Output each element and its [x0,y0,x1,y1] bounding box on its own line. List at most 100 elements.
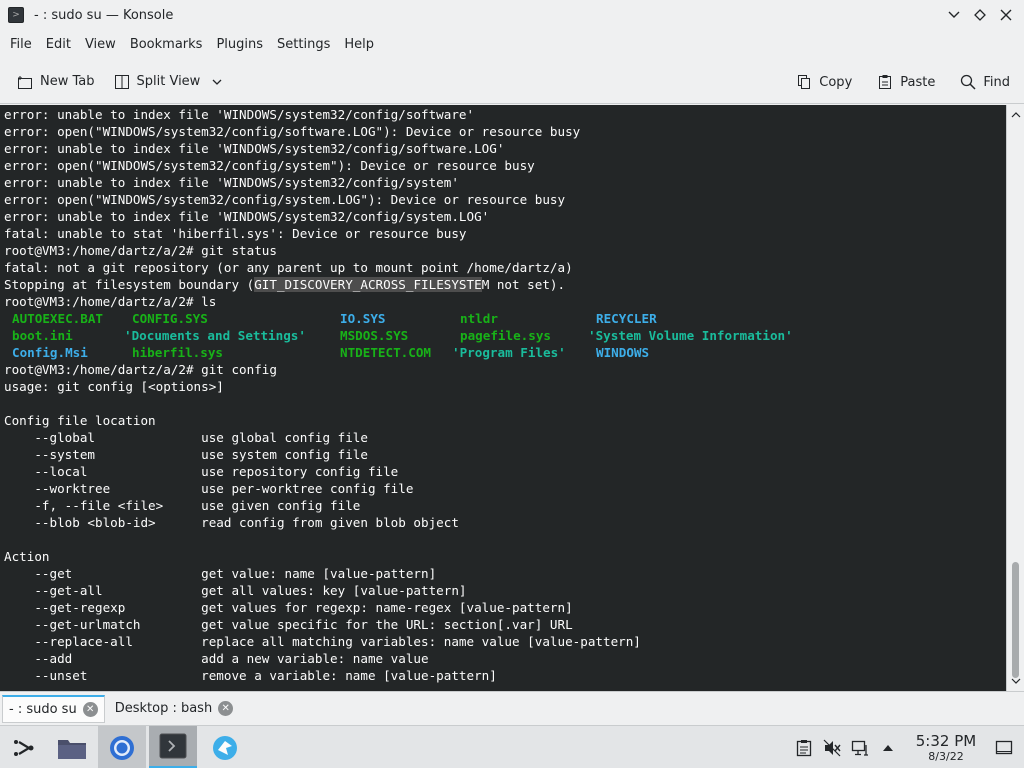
taskbar-konsole[interactable] [149,726,197,768]
terminal-line: usage: git config [<options>] [4,379,224,394]
title-bar: > - : sudo su — Konsole [0,0,1024,30]
scroll-down-icon[interactable] [1010,675,1022,687]
window-title: - : sudo su — Konsole [34,7,174,23]
copy-icon [795,73,813,91]
ls-entry: pagefile.sys [460,328,551,343]
close-button[interactable] [996,5,1016,25]
minimize-button[interactable] [944,5,964,25]
menu-bookmarks[interactable]: Bookmarks [123,37,210,52]
toolbar: New Tab Split View Copy Paste Find [0,60,1024,104]
menu-plugins[interactable]: Plugins [209,37,270,52]
terminal-line: --get-regexp get values for regexp: name… [4,600,573,615]
terminal-line: --worktree use per-worktree config file [4,481,414,496]
terminal-line: fatal: unable to stat 'hiberfil.sys': De… [4,226,467,241]
terminal-line: Config file location [4,413,156,428]
terminal-line: error: open("WINDOWS/system32/config/sof… [4,124,581,139]
menu-settings[interactable]: Settings [270,37,337,52]
split-view-button[interactable]: Split View [107,66,229,98]
maximize-button[interactable] [970,5,990,25]
terminal-scrollbar[interactable] [1006,105,1024,691]
taskbar-browser[interactable] [98,726,146,768]
paste-icon [876,73,894,91]
app-launcher-button[interactable] [0,726,48,768]
launcher-icon [14,739,34,756]
find-label: Find [983,74,1010,90]
system-tray: 5:32 PM 8/3/22 [790,726,1024,768]
terminal-line: --unset remove a variable: name [value-p… [4,668,497,683]
selected-text[interactable]: GIT_DISCOVERY_ACROSS_FILESYSTE [254,277,482,292]
menu-file[interactable]: File [3,37,39,52]
ls-entry: ntldr [460,311,498,326]
network-icon[interactable] [846,726,874,768]
terminal-line: root@VM3:/home/dartz/a/2# git config [4,362,277,377]
ls-entry: AUTOEXEC.BAT [12,311,103,326]
tab-label: - : sudo su [9,701,77,717]
boundary-suffix: M not set). [481,277,566,292]
close-icon[interactable]: ✕ [82,701,98,717]
ls-row: AUTOEXEC.BAT CONFIG.SYS IO.SYS ntldr REC… [4,310,1006,327]
terminal-line: error: open("WINDOWS/system32/config/sys… [4,158,535,173]
clock-time: 5:32 PM [915,731,977,750]
volume-muted-icon[interactable] [818,726,846,768]
ls-entry: 'Documents and Settings' [124,328,306,343]
tab-bar: - : sudo su ✕ Desktop : bash ✕ [0,691,1024,725]
terminal-line: fatal: not a git repository (or any pare… [4,260,573,275]
menu-edit[interactable]: Edit [39,37,78,52]
terminal-line: --get-all get all values: key [value-pat… [4,583,467,598]
taskbar-file-manager[interactable] [48,726,96,768]
scroll-up-icon[interactable] [1010,109,1022,121]
terminal-line: error: unable to index file 'WINDOWS/sys… [4,209,490,224]
terminal-line: error: open("WINDOWS/system32/config/sys… [4,192,566,207]
terminal-line: --global use global config file [4,430,368,445]
show-desktop-icon[interactable] [990,726,1018,768]
copy-button[interactable]: Copy [789,66,858,98]
new-tab-button[interactable]: New Tab [10,66,101,98]
terminal-line-boundary: Stopping at filesystem boundary (GIT_DIS… [4,276,1006,293]
clock[interactable]: 5:32 PM 8/3/22 [908,731,984,763]
clipboard-icon[interactable] [790,726,818,768]
ls-entry: 'Program Files' [452,345,566,360]
terminal-line: root@VM3:/home/dartz/a/2# ls [4,294,217,309]
ls-entry: Config.Msi [12,345,88,360]
ls-row: Config.Msi hiberfil.sys NTDETECT.COM 'Pr… [4,344,1006,361]
split-view-icon [113,73,131,91]
close-icon [1000,9,1012,21]
konsole-app-icon[interactable]: > [8,7,24,23]
terminal-line: Action [4,549,50,564]
menu-view[interactable]: View [78,37,123,52]
terminal-line: --get get value: name [value-pattern] [4,566,437,581]
ls-entry: IO.SYS [340,311,386,326]
terminal-output[interactable]: error: unable to index file 'WINDOWS/sys… [0,105,1006,691]
split-view-label: Split View [136,74,201,89]
ls-row: boot.ini 'Documents and Settings' MSDOS.… [4,327,1006,344]
browser-icon [110,735,134,760]
folder-icon [58,739,86,759]
tab-desktop-bash[interactable]: Desktop : bash ✕ [109,695,240,723]
taskbar-discover[interactable] [201,726,249,768]
ls-entry: MSDOS.SYS [340,328,409,343]
tray-expand-icon[interactable] [874,726,902,768]
ls-entry: 'System Volume Information' [588,328,793,343]
find-button[interactable]: Find [953,66,1016,98]
tab-sudo-su[interactable]: - : sudo su ✕ [2,694,105,723]
terminal-line: --add add a new variable: name value [4,651,429,666]
ls-entry: RECYCLER [596,311,657,326]
terminal-line: --get-urlmatch get value specific for th… [4,617,573,632]
menu-help[interactable]: Help [337,37,381,52]
paste-label: Paste [900,74,936,90]
chevron-down-icon[interactable] [212,79,222,85]
new-tab-icon [16,73,34,91]
boundary-prefix: Stopping at filesystem boundary ( [4,277,255,292]
terminal-line: -f, --file <file> use given config file [4,498,361,513]
tab-label: Desktop : bash [114,701,213,716]
diamond-icon [974,9,986,21]
terminal-line: error: unable to index file 'WINDOWS/sys… [4,141,505,156]
ls-entry: WINDOWS [596,345,650,360]
paste-button[interactable]: Paste [870,66,941,98]
close-icon[interactable]: ✕ [218,701,234,716]
chevron-down-icon [948,11,960,18]
scrollbar-thumb[interactable] [1012,562,1019,678]
new-tab-label: New Tab [40,74,95,89]
